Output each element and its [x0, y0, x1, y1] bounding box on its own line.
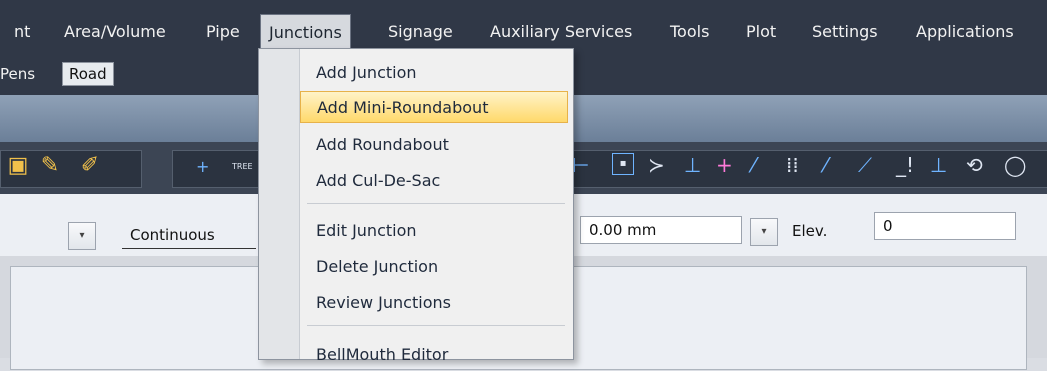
menu-add-roundabout[interactable]: Add Roundabout	[300, 129, 568, 161]
menu-item-settings[interactable]: Settings	[806, 20, 884, 43]
snap-nearest-icon[interactable]: _!	[896, 153, 914, 177]
snap-center-icon[interactable]: ▪	[612, 153, 634, 175]
menu-add-junction[interactable]: Add Junction	[300, 57, 568, 89]
properties-icon[interactable]: ✐	[76, 152, 104, 180]
elev-label: Elev.	[792, 222, 828, 240]
snap-perpendicular-icon[interactable]: ⊥	[684, 153, 701, 177]
menu-edit-junction[interactable]: Edit Junction	[300, 215, 568, 247]
menu-item-nt[interactable]: nt	[8, 20, 36, 43]
save-icon[interactable]: ▣	[4, 152, 32, 180]
snap-intersection-icon[interactable]: ≻	[648, 153, 665, 177]
snap-midpoint-icon[interactable]: +	[716, 153, 733, 177]
menu-item-pipe[interactable]: Pipe	[200, 20, 246, 43]
tree-button[interactable]: TREE	[232, 162, 253, 171]
snap-tangent-icon[interactable]: ⁄	[752, 153, 755, 177]
menu-separator	[307, 325, 565, 326]
snap-icon[interactable]: ⊢	[572, 153, 589, 177]
snap-circle-icon[interactable]: ◯	[1004, 153, 1026, 177]
menu-delete-junction[interactable]: Delete Junction	[300, 251, 568, 283]
menu-item-signage[interactable]: Signage	[382, 20, 459, 43]
snap-base-icon[interactable]: ⊥	[930, 153, 947, 177]
tab-pens[interactable]: Pens	[0, 65, 35, 83]
width-field[interactable]: 0.00 mm	[580, 216, 742, 244]
linetype-field[interactable]: Continuous	[122, 222, 256, 249]
plus-icon[interactable]: +	[196, 155, 209, 179]
menu-add-mini-roundabout[interactable]: Add Mini-Roundabout	[300, 91, 568, 123]
snap-grid-icon[interactable]: ⁞⁞	[786, 153, 799, 177]
menu-item-junctions[interactable]: Junctions	[260, 14, 351, 49]
menu-item-auxiliary-services[interactable]: Auxiliary Services	[484, 20, 638, 43]
menu-item-plot[interactable]: Plot	[740, 20, 782, 43]
menu-item-area-volume[interactable]: Area/Volume	[58, 20, 172, 43]
menu-separator	[307, 203, 565, 204]
snap-endpoint-icon[interactable]: ⟋	[858, 153, 872, 177]
width-dropdown-button[interactable]: ▾	[750, 218, 778, 246]
menu-review-junctions[interactable]: Review Junctions	[300, 287, 568, 319]
snap-rotate-icon[interactable]: ⟲	[966, 153, 983, 177]
tab-road[interactable]: Road	[62, 62, 114, 86]
menu-bellmouth-editor[interactable]: BellMouth Editor	[300, 339, 568, 371]
menu-icon-gutter	[259, 49, 300, 359]
elev-field[interactable]: 0	[874, 212, 1016, 240]
snap-line-icon[interactable]: ⁄	[824, 153, 827, 177]
menu-add-cul-de-sac[interactable]: Add Cul-De-Sac	[300, 165, 568, 197]
junctions-dropdown-menu: Add Junction Add Mini-Roundabout Add Rou…	[258, 48, 574, 364]
menu-item-applications[interactable]: Applications	[910, 20, 1020, 43]
layer-dropdown-button[interactable]: ▾	[68, 222, 96, 250]
edit-document-icon[interactable]: ✎	[36, 152, 64, 180]
menu-item-tools[interactable]: Tools	[664, 20, 715, 43]
